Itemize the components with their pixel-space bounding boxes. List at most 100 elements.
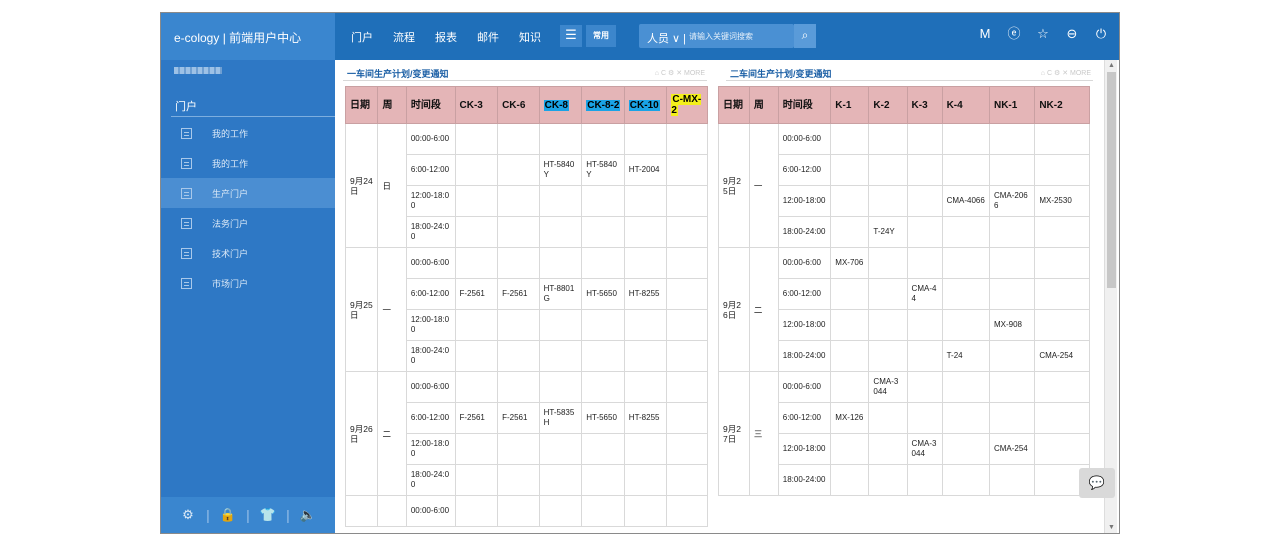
time-slot-cell: 12:00-18:00	[405, 185, 456, 217]
schedule-cell	[581, 185, 625, 217]
schedule-cell	[497, 464, 540, 496]
column-header-label: NK-1	[993, 99, 1018, 111]
sidebar-item[interactable]: 市场门户	[161, 268, 335, 298]
schedule-cell: CMA-3044	[906, 433, 943, 465]
time-slot-cell: 18:00-24:00	[777, 216, 832, 248]
scroll-up-icon[interactable]: ▲	[1108, 62, 1115, 69]
schedule-cell	[906, 309, 943, 341]
lock-icon[interactable]: 🔒	[217, 507, 239, 523]
menu-icon[interactable]: ☰	[560, 25, 582, 47]
search-input[interactable]	[689, 29, 771, 43]
column-header: 周	[377, 86, 407, 124]
schedule-cell	[906, 154, 943, 186]
chat-icon[interactable]: 💬	[1079, 468, 1115, 498]
column-header: K-3	[906, 86, 943, 124]
minimize-icon[interactable]: ⊖	[1064, 26, 1080, 42]
column-header: K-1	[830, 86, 870, 124]
panel-title[interactable]: 二车间生产计划/变更通知	[730, 67, 832, 80]
schedule-cell	[538, 340, 583, 372]
vertical-scrollbar[interactable]: ▲ ▼	[1104, 60, 1117, 533]
schedule-cell	[666, 433, 708, 465]
schedule-cell	[666, 216, 708, 248]
schedule-cell	[906, 371, 943, 403]
sidebar-item[interactable]: 生产门户	[161, 178, 335, 208]
column-header: K-4	[941, 86, 990, 124]
schedule-cell	[1034, 216, 1090, 248]
panel-divider	[726, 80, 1093, 81]
settings-icon[interactable]: ⚙	[177, 507, 199, 523]
favorite-icon[interactable]: ☆	[1035, 26, 1051, 42]
column-header-label: C-MX-2	[671, 94, 702, 116]
schedule-cell: F-2561	[497, 278, 540, 310]
schedule-cell	[941, 309, 990, 341]
time-slot-cell: 6:00-12:00	[405, 278, 456, 310]
panel-tools[interactable]: ⌂ C ⚙ ✕ MORE	[1041, 69, 1091, 77]
schedule-cell	[1034, 154, 1090, 186]
time-slot-cell: 12:00-18:00	[405, 433, 456, 465]
search-icon[interactable]: ⌕	[794, 24, 816, 48]
schedule-cell	[868, 309, 908, 341]
schedule-cell	[868, 278, 908, 310]
schedule-cell	[906, 464, 943, 496]
theme-icon[interactable]: ⓔ	[1006, 26, 1022, 42]
sidebar-item-label: 技术门户	[212, 248, 249, 259]
column-header-label: CK-8-2	[586, 99, 621, 111]
sidebar-item[interactable]: 我的工作	[161, 148, 335, 178]
sidebar-item-label: 市场门户	[212, 278, 249, 289]
schedule-cell: HT-8801G	[538, 278, 583, 310]
nav-mail[interactable]: 邮件	[477, 29, 499, 45]
top-icons: M ⓔ ☆ ⊖ ⏻	[977, 26, 1109, 42]
schedule-cell	[988, 154, 1036, 186]
schedule-cell	[830, 340, 870, 372]
schedule-cell	[1034, 123, 1090, 155]
schedule-cell	[497, 495, 540, 527]
schedule-cell	[666, 495, 708, 527]
scroll-thumb[interactable]	[1107, 72, 1116, 288]
sidebar-item[interactable]: 法务门户	[161, 208, 335, 238]
schedule-cell	[988, 278, 1036, 310]
message-icon[interactable]: M	[977, 26, 993, 42]
schedule-cell	[988, 216, 1036, 248]
power-icon[interactable]: ⏻	[1093, 26, 1109, 42]
nav-knowledge[interactable]: 知识	[519, 29, 541, 45]
speaker-icon[interactable]: 🔈	[297, 507, 319, 523]
nav-report[interactable]: 报表	[435, 29, 457, 45]
schedule-cell	[454, 464, 499, 496]
schedule-cell	[497, 185, 540, 217]
scroll-down-icon[interactable]: ▼	[1108, 524, 1115, 531]
schedule-cell	[906, 123, 943, 155]
schedule-cell	[581, 309, 625, 341]
top-bar: e-cology | 前端用户中心 门户 流程 报表 邮件 知识 ☰ 常用 人员…	[161, 13, 1119, 60]
schedule-cell	[868, 123, 908, 155]
panel-title[interactable]: 一车间生产计划/变更通知	[347, 67, 449, 80]
schedule-cell	[538, 247, 583, 279]
sidebar-item[interactable]: 我的工作	[161, 118, 335, 148]
divider: |	[286, 507, 290, 523]
schedule-cell	[941, 402, 990, 434]
schedule-cell	[906, 247, 943, 279]
table-row: 9月24日日 00:00-6:00	[344, 123, 708, 248]
search-type-select[interactable]: 人员 ∨ |	[647, 30, 686, 46]
portal-icon	[181, 127, 192, 139]
panel-tools[interactable]: ⌂ C ⚙ ✕ MORE	[655, 69, 705, 77]
nav-portal[interactable]: 门户	[351, 29, 373, 45]
brand-title[interactable]: e-cology | 前端用户中心	[161, 13, 335, 60]
time-slot-cell: 6:00-12:00	[777, 402, 832, 434]
sidebar-item[interactable]: 技术门户	[161, 238, 335, 268]
schedule-cell	[666, 247, 708, 279]
schedule-cell	[538, 309, 583, 341]
date-cell: 9月25日	[718, 123, 750, 248]
schedule-cell	[666, 340, 708, 372]
schedule-cell	[538, 371, 583, 403]
nav-workflow[interactable]: 流程	[393, 29, 415, 45]
sidebar-title: 门户	[175, 101, 197, 113]
schedule-cell	[1034, 402, 1090, 434]
theme-shirt-icon[interactable]: 👕	[257, 507, 279, 523]
weekday-cell	[377, 495, 407, 527]
user-avatar-blur[interactable]	[174, 67, 222, 74]
column-header: 日期	[718, 86, 750, 124]
column-header-label: CK-8	[543, 99, 569, 111]
schedule-cell	[497, 309, 540, 341]
schedule-cell	[538, 216, 583, 248]
common-button[interactable]: 常用	[586, 25, 616, 47]
